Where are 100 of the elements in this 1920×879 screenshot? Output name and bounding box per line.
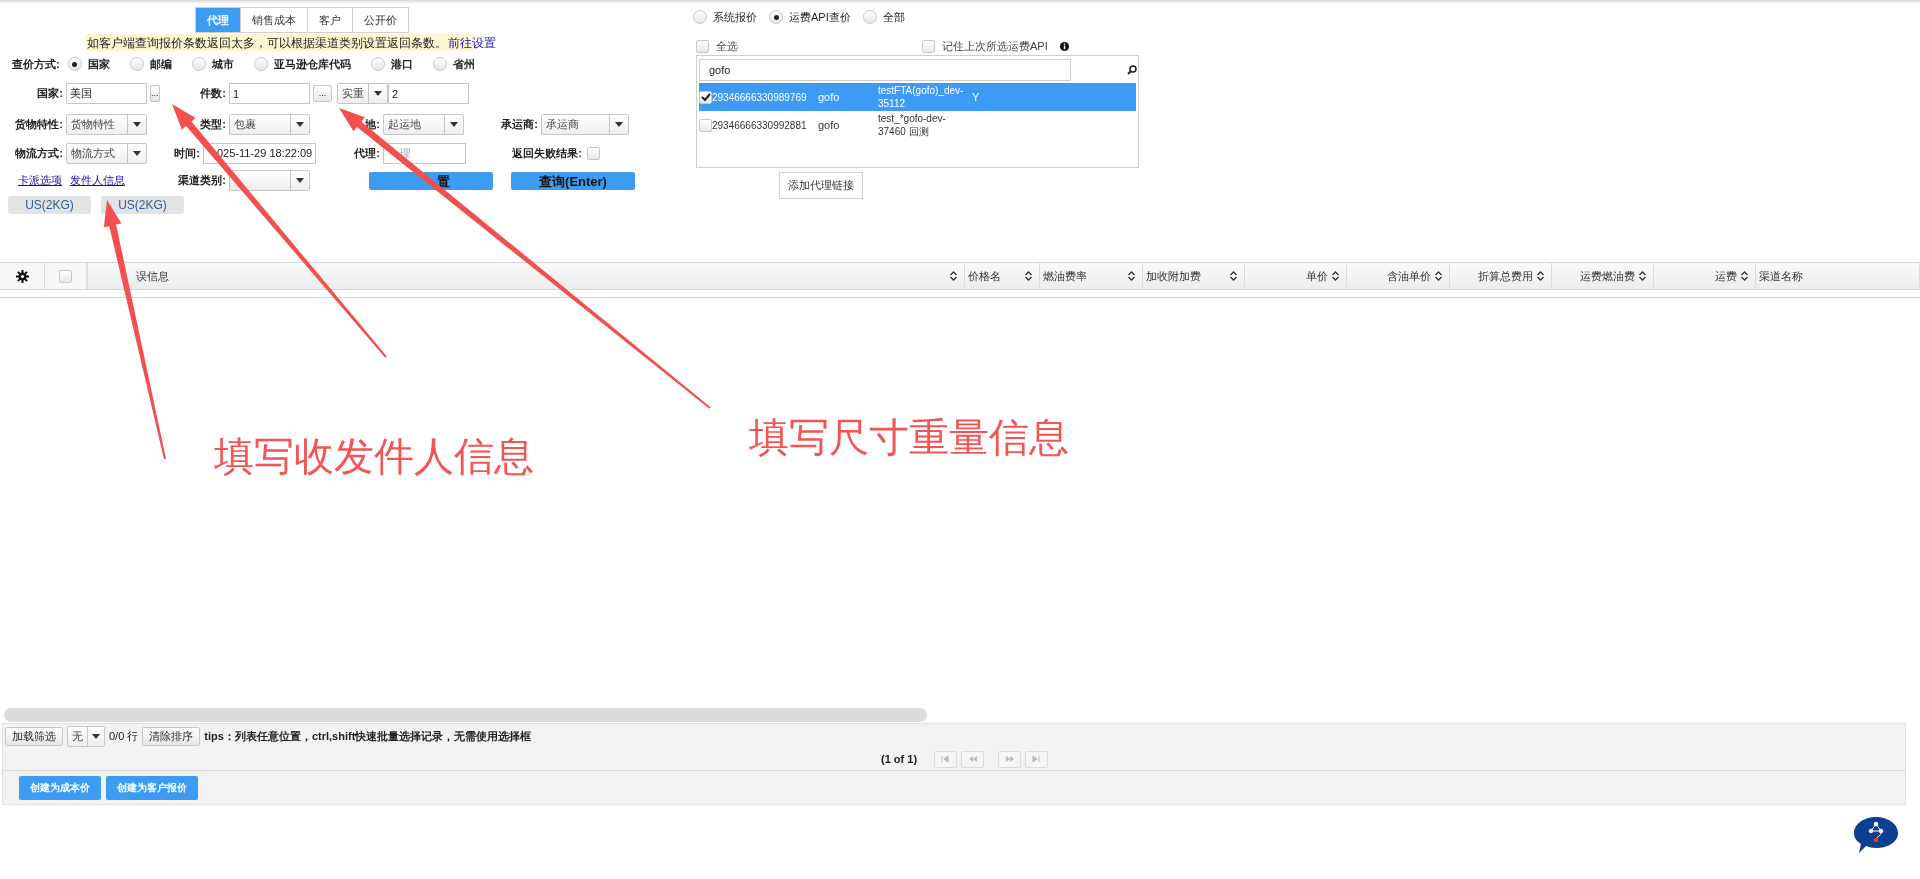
select-field[interactable]: 实重 bbox=[337, 83, 388, 104]
field-label: 物流方式: bbox=[14, 145, 64, 161]
chip-button[interactable]: US(2KG) bbox=[101, 196, 184, 214]
radio-button[interactable] bbox=[862, 10, 877, 24]
radio-button[interactable] bbox=[253, 57, 268, 71]
radio-label: 亚马逊仓库代码 bbox=[273, 56, 351, 72]
radio-button[interactable] bbox=[693, 10, 707, 24]
settings-icon bbox=[15, 269, 29, 283]
button[interactable]: 查询(Enter) bbox=[511, 171, 635, 190]
pager-button[interactable] bbox=[998, 750, 1022, 768]
pager-button[interactable] bbox=[961, 750, 985, 768]
column-header[interactable]: 运费燃油费 bbox=[1552, 263, 1654, 289]
select-field[interactable]: 物流方式 bbox=[66, 142, 147, 164]
filter-button[interactable]: 加载筛选 bbox=[5, 726, 63, 746]
field-label: 地: bbox=[364, 116, 381, 132]
field-label: 国家: bbox=[36, 86, 64, 102]
annotation-text: 填写尺寸重量信息 bbox=[749, 414, 1069, 461]
radio-label: 系统报价 bbox=[713, 9, 757, 25]
tips-text: tips：列表任意位置，ctrl,shift快速批量选择记录，无需使用选择框 bbox=[204, 728, 532, 744]
row-count: 0/0 行 bbox=[109, 728, 139, 744]
field-label: 查价方式: bbox=[12, 56, 60, 72]
pager-button[interactable] bbox=[934, 750, 958, 768]
caret-icon bbox=[133, 150, 141, 156]
input-field[interactable]: 理 bbox=[383, 142, 466, 164]
caret-icon bbox=[615, 121, 623, 127]
add-link-button[interactable]: 添加代理链接 bbox=[779, 172, 863, 199]
settings-link[interactable]: 前往设置 bbox=[448, 33, 496, 52]
radio-button[interactable] bbox=[129, 57, 144, 71]
column-header[interactable]: 含油单价 bbox=[1347, 263, 1450, 289]
column-header[interactable]: 加收附加费 bbox=[1143, 263, 1245, 289]
radio-label: 全部 bbox=[882, 9, 905, 25]
picker-button[interactable]: ... bbox=[313, 85, 332, 102]
tab[interactable]: 公开价 bbox=[352, 7, 409, 33]
field-label: 时间: bbox=[173, 145, 201, 161]
sort-icon bbox=[1230, 271, 1237, 281]
input-field[interactable]: 美国 bbox=[66, 83, 147, 104]
checkbox[interactable] bbox=[922, 39, 935, 53]
select-field[interactable]: 货物特性 bbox=[66, 113, 147, 135]
column-header[interactable]: 运费 bbox=[1654, 263, 1756, 289]
sort-icon bbox=[1435, 271, 1442, 281]
checkbox[interactable] bbox=[699, 90, 712, 104]
radio-label: 省州 bbox=[452, 56, 475, 72]
field-label: 渠道类别: bbox=[177, 173, 227, 189]
sort-icon bbox=[1639, 271, 1646, 281]
annotation-text: 填写收发件人信息 bbox=[214, 433, 534, 480]
radio-button[interactable] bbox=[769, 10, 783, 24]
field-label: 代理: bbox=[353, 145, 381, 161]
column-header[interactable]: 燃油费率 bbox=[1040, 263, 1143, 289]
radio-label: 运费API查价 bbox=[789, 9, 851, 25]
select-field[interactable]: 无 bbox=[67, 725, 105, 747]
radio-button[interactable] bbox=[191, 57, 206, 71]
link[interactable]: 卡派选项 bbox=[18, 172, 62, 189]
field-label: 返回失败结果: bbox=[511, 145, 583, 161]
field-label: 货物特性: bbox=[14, 116, 64, 132]
column-header[interactable]: 价格名 bbox=[965, 263, 1040, 289]
radio-label: 城市 bbox=[211, 56, 234, 72]
column-header[interactable]: 渠道名称 bbox=[1756, 263, 1920, 289]
caret-icon bbox=[296, 121, 304, 127]
caret-icon bbox=[450, 121, 458, 127]
date-time-field[interactable]: 025-11-29 18:22:09 bbox=[203, 142, 316, 164]
select-field[interactable] bbox=[229, 170, 310, 191]
radio-label: 邮编 bbox=[149, 56, 172, 72]
search-field[interactable]: gofo bbox=[699, 58, 1071, 81]
column-header[interactable]: 折算总费用 bbox=[1450, 263, 1552, 289]
field-label: 承运商: bbox=[500, 116, 539, 132]
horizontal-scrollbar[interactable] bbox=[4, 708, 927, 722]
caret-icon bbox=[92, 733, 100, 739]
chip-button[interactable]: US(2KG) bbox=[8, 196, 91, 214]
checkbox-label: 记住上次所选运费API bbox=[942, 38, 1048, 54]
info-icon bbox=[1059, 41, 1069, 51]
sort-icon bbox=[1025, 271, 1032, 281]
input-field[interactable]: 2 bbox=[388, 83, 469, 104]
picker-button[interactable]: ... bbox=[150, 85, 160, 102]
link[interactable]: 发件人信息 bbox=[70, 172, 125, 189]
checkbox[interactable] bbox=[696, 39, 709, 53]
search-icon bbox=[1127, 64, 1137, 75]
clear-sort-button[interactable]: 清除排序 bbox=[142, 726, 201, 746]
field-label: 类型: bbox=[199, 116, 227, 132]
radio-button[interactable] bbox=[370, 57, 385, 71]
page-indicator: (1 of 1) bbox=[881, 751, 918, 767]
select-field[interactable]: 包裹 bbox=[229, 113, 310, 135]
button[interactable]: 置 bbox=[369, 171, 493, 190]
sort-icon bbox=[1537, 271, 1544, 281]
checkbox[interactable] bbox=[587, 146, 600, 160]
radio-button[interactable] bbox=[432, 57, 447, 71]
select-field[interactable]: 承运商 bbox=[541, 113, 629, 135]
radio-button[interactable] bbox=[67, 57, 82, 71]
select-field[interactable]: 起运地 bbox=[383, 113, 464, 135]
caret-icon bbox=[374, 91, 382, 96]
radio-label: 港口 bbox=[390, 56, 413, 72]
column-header[interactable]: 单价 bbox=[1245, 263, 1347, 289]
tab[interactable]: 客户 bbox=[307, 7, 353, 33]
tab[interactable]: 销售成本 bbox=[240, 7, 308, 33]
checkbox[interactable] bbox=[59, 269, 72, 283]
sort-icon bbox=[1128, 271, 1135, 281]
input-field[interactable]: 1 bbox=[229, 83, 310, 104]
column-header[interactable]: 误信息 bbox=[131, 263, 965, 289]
checkbox[interactable] bbox=[699, 118, 712, 132]
checkbox-label: 全选 bbox=[716, 38, 739, 54]
pager-button[interactable] bbox=[1025, 750, 1049, 768]
